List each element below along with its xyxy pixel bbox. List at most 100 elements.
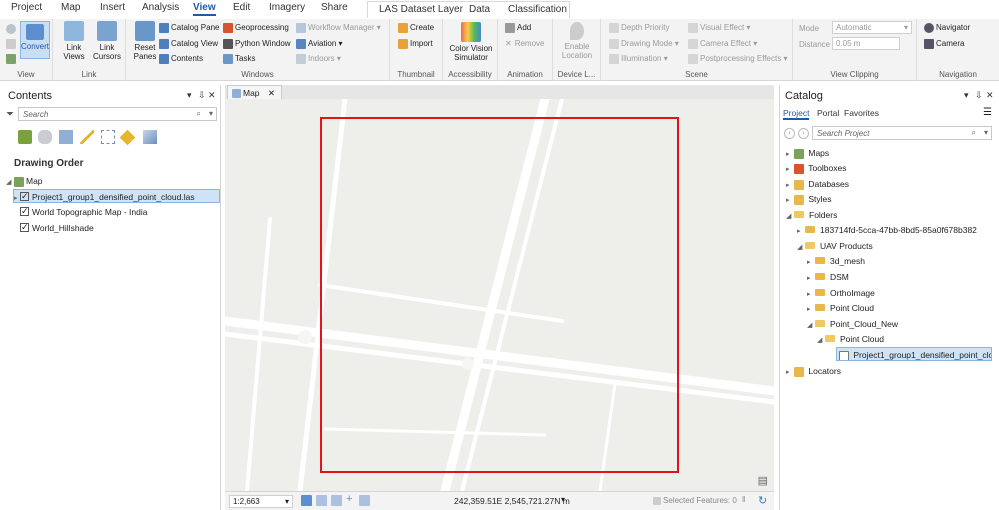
expand-icon[interactable]: ▸ [786,163,794,177]
layer-row[interactable]: World Topographic Map - India [20,204,147,219]
enable-location-button[interactable]: Enable Location [556,22,598,60]
expand-icon[interactable]: ▸ [786,194,794,208]
tab-analysis[interactable]: Analysis [142,2,179,13]
aviation-button[interactable]: Aviation ▾ [296,39,343,49]
catalog-item-orthoimage[interactable]: ▸ OrthoImage [807,286,875,300]
tab-share[interactable]: Share [321,2,348,13]
tab-las-dataset-layer[interactable]: LAS Dataset Layer [379,4,463,15]
expand-icon[interactable]: ▸ [786,179,794,193]
tab-data[interactable]: Data [469,4,490,15]
catalog-item-point-cloud[interactable]: ▸ Point Cloud [807,301,874,315]
catalog-search-input[interactable]: Search Project ⌕ ▾ [812,126,992,140]
snapping-icon[interactable] [331,495,342,506]
map-view-tab[interactable]: Map ✕ [227,85,283,99]
selected-features-indicator[interactable]: Selected Features: 0 [653,496,737,505]
camera-effect-button[interactable]: Camera Effect ▾ [688,39,757,49]
drawing-mode-button[interactable]: Drawing Mode ▾ [609,39,679,49]
crosshair-icon[interactable]: + [346,493,352,505]
remove-animation-button[interactable]: ✕ Remove [505,39,545,48]
convert-button[interactable]: Convert [20,21,50,59]
catalog-item-point-cloud-new[interactable]: ◢ Point_Cloud_New [807,317,898,331]
collapse-icon[interactable]: ◢ [6,176,14,190]
link-views-button[interactable]: Link Views [59,21,89,61]
map-canvas[interactable]: ▤ [225,99,774,491]
chevron-down-icon[interactable]: ▾ [984,128,988,137]
pin-icon[interactable]: ⇩ [975,90,983,101]
link-cursors-button[interactable]: Link Cursors [91,21,123,61]
search-icon[interactable]: ⌕ [197,109,201,119]
catalog-item-locators[interactable]: ▸ Locators [786,364,841,378]
list-by-selection-icon[interactable] [59,130,73,144]
indoors-button[interactable]: Indoors ▾ [296,54,341,64]
workflow-manager-button[interactable]: Workflow Manager ▾ [296,23,381,33]
layer-row[interactable]: World_Hillshade [20,220,94,235]
reset-panes-button[interactable]: Reset Panes [130,21,160,61]
expand-icon[interactable]: ▸ [807,288,815,302]
close-icon[interactable]: ✕ [986,90,994,101]
back-icon[interactable] [6,24,16,34]
contents-search-input[interactable]: Search ⌕ ▾ [18,107,217,121]
illumination-button[interactable]: Illumination ▾ [609,54,668,64]
expand-icon[interactable]: ▸ [807,256,815,270]
import-thumbnail-button[interactable]: Import [398,39,433,49]
expand-icon[interactable]: ▸ [797,225,805,239]
tab-classification[interactable]: Classification [508,4,567,15]
collapse-icon[interactable]: ◢ [797,241,805,255]
scale-select[interactable]: 1:2,663 ▾ [229,495,293,508]
tab-map[interactable]: Map [61,2,80,13]
catalog-item-styles[interactable]: ▸ Styles [786,192,832,206]
python-window-button[interactable]: Python Window [223,39,291,49]
tab-imagery[interactable]: Imagery [269,2,305,13]
clipping-mode-select[interactable]: Automatic ▾ [832,21,912,34]
catalog-item-folders[interactable]: ◢ Folders [786,208,837,222]
layer-visibility-checkbox[interactable] [20,220,29,234]
expand-icon[interactable]: ▸ [786,148,794,162]
map-tree-item[interactable]: ◢ Map [6,174,43,188]
expand-icon[interactable]: ▸ [786,366,794,380]
catalog-tab-project[interactable]: Project [783,108,810,120]
grid-icon[interactable] [316,495,327,506]
menu-icon[interactable]: ☰ [983,107,992,118]
layer-row[interactable]: ▸Project1_group1_densified_point_cloud.l… [13,189,220,203]
filter-icon[interactable]: ⏷ [6,109,14,120]
list-by-source-icon[interactable] [38,130,52,144]
map-overview-icon[interactable]: ▤ [758,474,768,487]
catalog-item-databases[interactable]: ▸ Databases [786,177,849,191]
collapse-icon[interactable]: ◢ [786,210,794,224]
catalog-item-point-cloud-sub[interactable]: ◢ Point Cloud [817,332,884,346]
geoprocessing-button[interactable]: Geoprocessing [223,23,289,33]
catalog-item-3d-mesh[interactable]: ▸ 3d_mesh [807,254,865,268]
catalog-item-maps[interactable]: ▸ Maps [786,146,829,160]
catalog-pane-button[interactable]: Catalog Pane [159,23,219,33]
chevron-down-icon[interactable]: ▾ [209,109,213,118]
tab-insert[interactable]: Insert [100,2,125,13]
layer-visibility-checkbox[interactable] [20,204,29,218]
catalog-item-toolboxes[interactable]: ▸ Toolboxes [786,161,847,175]
contents-button[interactable]: Contents [159,54,203,64]
catalog-item-las-file[interactable]: Project1_group1_densified_point_cloud.la… [836,347,992,361]
list-by-editing-icon[interactable] [80,130,94,144]
pause-icon[interactable]: ‖ [742,495,745,504]
postprocessing-effects-button[interactable]: Postprocessing Effects ▾ [688,54,787,64]
create-thumbnail-button[interactable]: Create [398,23,434,33]
list-by-drawing-order-icon[interactable] [18,130,32,144]
depth-priority-button[interactable]: Depth Priority [609,23,669,33]
tasks-button[interactable]: Tasks [223,54,255,64]
map-icon[interactable] [6,54,16,64]
tab-view[interactable]: View [193,2,216,16]
refresh-icon[interactable]: ↻ [758,494,767,507]
catalog-tab-favorites[interactable]: Favorites [844,108,879,118]
close-icon[interactable]: ✕ [208,90,216,101]
chevron-down-icon[interactable]: ▾ [561,495,565,504]
list-by-perspective-icon[interactable] [143,130,157,144]
fixed-zoom-icon[interactable] [301,495,312,506]
lock-icon[interactable] [6,39,16,49]
catalog-item-dsm[interactable]: ▸ DSM [807,270,849,284]
tab-edit[interactable]: Edit [233,2,250,13]
clipping-distance-input[interactable]: 0.05 m [832,37,900,50]
list-by-snapping-icon[interactable] [101,130,115,144]
catalog-tab-portal[interactable]: Portal [817,108,839,118]
pane-options-icon[interactable]: ▾ [187,90,192,101]
camera-button[interactable]: Camera [924,39,964,49]
collapse-icon[interactable]: ◢ [807,319,815,333]
